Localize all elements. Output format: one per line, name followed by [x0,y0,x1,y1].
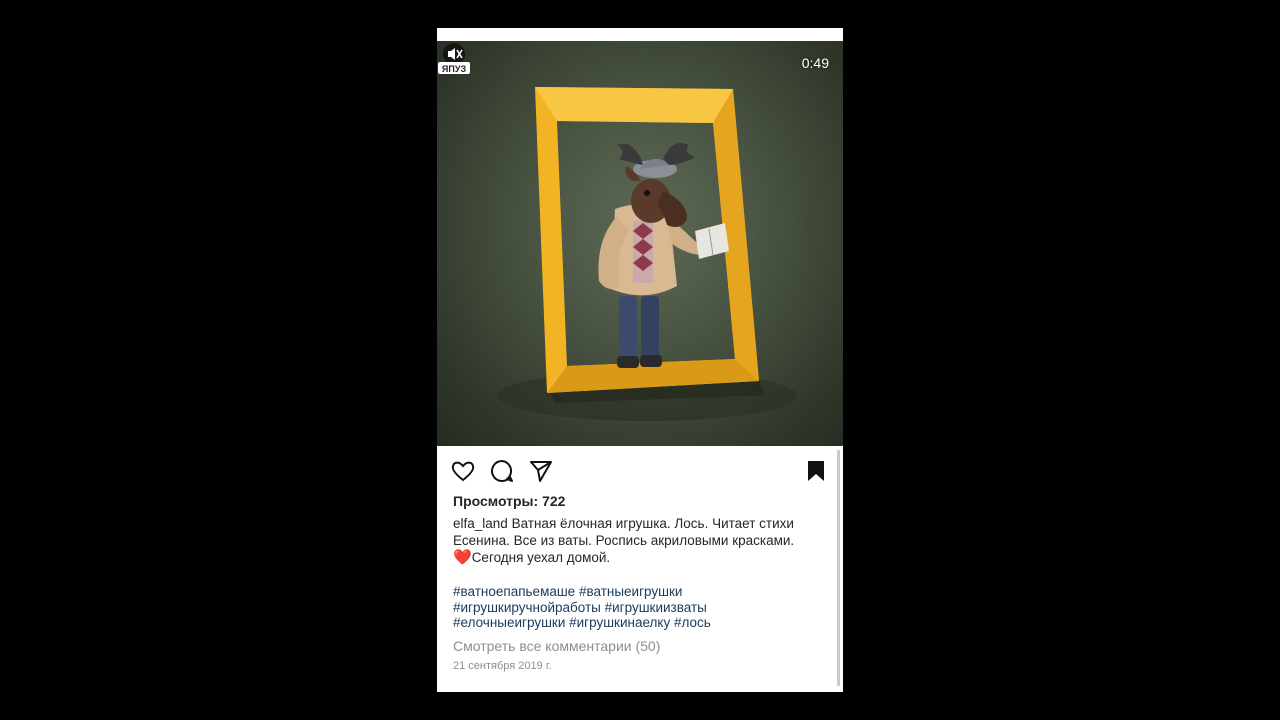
speech-bubble-icon[interactable] [489,458,515,484]
post-actions [437,446,843,494]
scrollbar[interactable] [837,450,840,686]
hashtag-link[interactable]: #игрушкинаелку [569,615,670,630]
caption-text-2: Сегодня уехал домой. [471,550,611,565]
moose-figure-video-frame [497,87,797,421]
video-duration: 0:49 [801,55,829,71]
heart-emoji-icon: ❤️ [453,549,472,566]
watermark-logo: ЯПУЗ [442,64,467,74]
heart-outline-icon[interactable] [450,458,476,484]
bookmark-filled-icon[interactable] [803,458,829,484]
hashtag-list: #ватноепапьемаше #ватныеигрушки #игрушки… [453,584,825,631]
username-link[interactable]: elfa_land [453,516,508,531]
speaker-muted-icon[interactable]: ЯПУЗ [437,41,471,75]
views-count: Просмотры: 722 [453,493,566,509]
hashtag-link[interactable]: #ватноепапьемаше [453,584,575,599]
instagram-post-card: 0:49 ЯПУЗ Просмотры: 722 elfa_land Ватна… [437,28,843,692]
hashtag-link[interactable]: #игрушкиручнойработы [453,600,601,615]
view-all-comments-link[interactable]: Смотреть все комментарии (50) [453,638,660,654]
hashtag-link[interactable]: #игрушкиизваты [605,600,707,615]
post-date: 21 сентября 2019 г. [453,660,552,672]
video-player[interactable]: 0:49 ЯПУЗ [437,41,843,446]
paper-plane-icon[interactable] [528,458,554,484]
top-strip [437,28,843,41]
hashtag-link[interactable]: #ватныеигрушки [579,584,682,599]
hashtag-link[interactable]: #елочныеигрушки [453,615,565,630]
post-caption: elfa_land Ватная ёлочная игрушка. Лось. … [453,515,825,566]
hashtag-link[interactable]: #лось [674,615,711,630]
